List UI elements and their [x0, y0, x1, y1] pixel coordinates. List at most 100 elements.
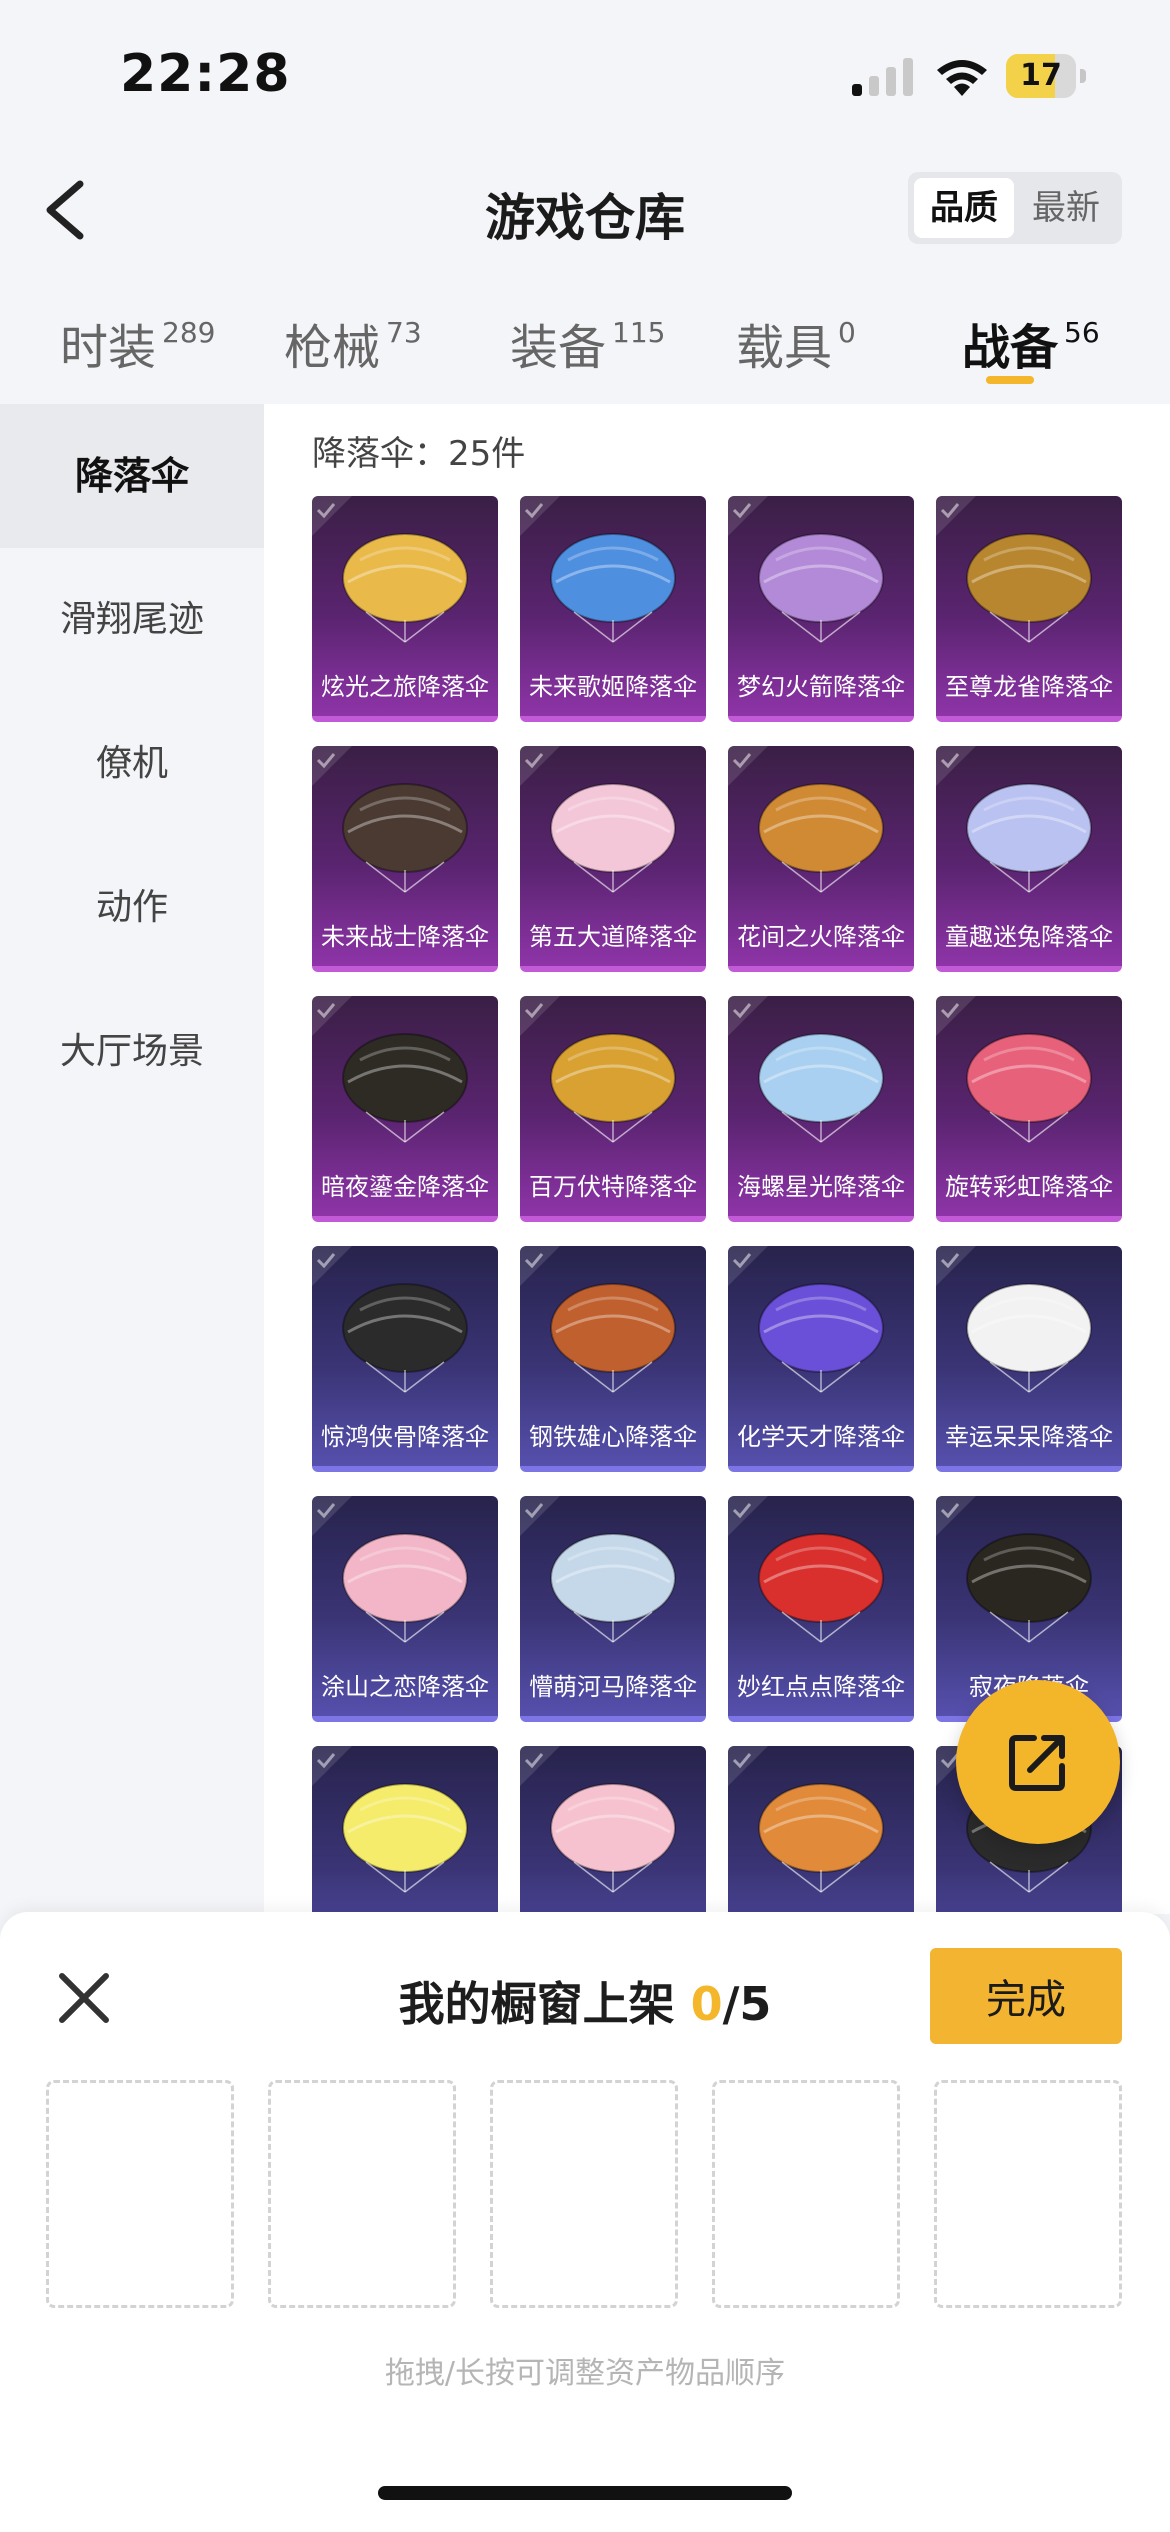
tab-vehicles[interactable]: 载具 0	[736, 308, 856, 378]
reorder-hint: 拖拽/长按可调整资产物品顺序	[384, 2356, 786, 2391]
showcase-slot[interactable]	[268, 2080, 456, 2308]
share-button[interactable]	[956, 1680, 1120, 1844]
tab-label: 战备	[962, 320, 1059, 376]
sidebar: 降落伞 滑翔尾迹 僚机 动作 大厅场景	[0, 404, 264, 1914]
done-button[interactable]: 完成	[930, 1948, 1122, 2044]
parachute-icon	[550, 1033, 676, 1143]
parachute-icon	[342, 783, 468, 893]
parachute-icon	[342, 1283, 468, 1393]
home-indicator	[378, 2486, 792, 2500]
tab-weapons[interactable]: 枪械 73	[284, 308, 422, 378]
battery-icon: 17	[1006, 54, 1088, 98]
item-name: 化学天才降落伞	[737, 1423, 905, 1451]
item-count: 降落伞：25件	[312, 434, 526, 474]
parachute-icon	[966, 1533, 1092, 1643]
item-name: 炫光之旅降落伞	[321, 673, 489, 701]
inventory-card[interactable]: 幸运呆呆降落伞	[936, 1246, 1122, 1472]
inventory-card[interactable]: 花间之火降落伞	[728, 746, 914, 972]
status-bar: 22:28 17	[0, 0, 1170, 140]
tab-count: 56	[1064, 316, 1100, 349]
tab-equipment[interactable]: 装备 115	[510, 308, 665, 378]
item-name: 未来战士降落伞	[321, 923, 489, 951]
parachute-icon	[550, 1283, 676, 1393]
parachute-icon	[342, 1533, 468, 1643]
parachute-icon	[342, 533, 468, 643]
inventory-card[interactable]: 惊鸿侠骨降落伞	[312, 1246, 498, 1472]
item-name: 梦幻火箭降落伞	[737, 673, 905, 701]
tab-fashion[interactable]: 时装 289	[60, 308, 215, 378]
parachute-icon	[342, 1783, 468, 1893]
inventory-card[interactable]: 第五大道降落伞	[520, 746, 706, 972]
inventory-card[interactable]	[312, 1746, 498, 1914]
inventory-card[interactable]: 懵萌河马降落伞	[520, 1496, 706, 1722]
inventory-card[interactable]: 涂山之恋降落伞	[312, 1496, 498, 1722]
status-time: 22:28	[120, 44, 291, 104]
item-name: 妙红点点降落伞	[737, 1673, 905, 1701]
showcase-slot[interactable]	[934, 2080, 1122, 2308]
showcase-current-count: 0	[690, 1977, 723, 2031]
inventory-card[interactable]: 旋转彩虹降落伞	[936, 996, 1122, 1222]
item-name: 钢铁雄心降落伞	[529, 1423, 697, 1451]
parachute-icon	[966, 783, 1092, 893]
sidebar-item-emote[interactable]: 动作	[0, 836, 264, 980]
inventory-card[interactable]: 妙红点点降落伞	[728, 1496, 914, 1722]
item-name: 童趣迷兔降落伞	[945, 923, 1113, 951]
inventory-card[interactable]: 梦幻火箭降落伞	[728, 496, 914, 722]
inventory-card[interactable]: 暗夜鎏金降落伞	[312, 996, 498, 1222]
item-name: 第五大道降落伞	[529, 923, 697, 951]
sort-option-quality[interactable]: 品质	[914, 178, 1014, 238]
parachute-icon	[550, 1533, 676, 1643]
parachute-icon	[550, 783, 676, 893]
inventory-card[interactable]: 未来战士降落伞	[312, 746, 498, 972]
share-out-icon	[1009, 1735, 1065, 1791]
showcase-slot[interactable]	[46, 2080, 234, 2308]
parachute-icon	[966, 1033, 1092, 1143]
inventory-card[interactable]	[728, 1746, 914, 1914]
item-name: 未来歌姬降落伞	[529, 673, 697, 701]
inventory-card[interactable]: 童趣迷兔降落伞	[936, 746, 1122, 972]
item-name: 至尊龙雀降落伞	[945, 673, 1113, 701]
sidebar-item-lobby-scene[interactable]: 大厅场景	[0, 980, 264, 1124]
parachute-icon	[966, 1283, 1092, 1393]
sidebar-item-glide-trail[interactable]: 滑翔尾迹	[0, 548, 264, 692]
parachute-icon	[758, 1533, 884, 1643]
parachute-icon	[758, 1783, 884, 1893]
tab-label: 时装	[60, 320, 157, 376]
inventory-card[interactable]: 化学天才降落伞	[728, 1246, 914, 1472]
tab-label: 载具	[736, 320, 833, 376]
item-name: 花间之火降落伞	[737, 923, 905, 951]
inventory-card[interactable]: 海螺星光降落伞	[728, 996, 914, 1222]
parachute-icon	[758, 533, 884, 643]
item-name: 百万伏特降落伞	[529, 1173, 697, 1201]
sort-option-latest[interactable]: 最新	[1016, 178, 1116, 238]
item-name: 旋转彩虹降落伞	[945, 1173, 1113, 1201]
tab-label: 枪械	[284, 320, 381, 376]
cellular-signal-icon	[852, 58, 913, 96]
inventory-card[interactable]: 钢铁雄心降落伞	[520, 1246, 706, 1472]
showcase-slot[interactable]	[490, 2080, 678, 2308]
showcase-slot[interactable]	[712, 2080, 900, 2308]
tab-count: 73	[386, 316, 422, 349]
item-name: 幸运呆呆降落伞	[945, 1423, 1113, 1451]
item-name: 暗夜鎏金降落伞	[321, 1173, 489, 1201]
tab-count: 115	[612, 316, 666, 349]
inventory-card[interactable]: 百万伏特降落伞	[520, 996, 706, 1222]
inventory-card[interactable]	[520, 1746, 706, 1914]
inventory-card[interactable]: 至尊龙雀降落伞	[936, 496, 1122, 722]
showcase-max-count: /5	[722, 1977, 772, 2031]
tab-label: 装备	[510, 320, 607, 376]
tab-count: 0	[838, 316, 856, 349]
tab-battle-gear[interactable]: 战备 56	[962, 308, 1100, 378]
inventory-card[interactable]: 未来歌姬降落伞	[520, 496, 706, 722]
parachute-icon	[966, 533, 1092, 643]
sort-toggle: 品质 最新	[908, 172, 1122, 244]
item-name: 涂山之恋降落伞	[321, 1673, 489, 1701]
item-name: 惊鸿侠骨降落伞	[321, 1423, 489, 1451]
parachute-icon	[550, 533, 676, 643]
inventory-card[interactable]: 炫光之旅降落伞	[312, 496, 498, 722]
item-name: 懵萌河马降落伞	[529, 1673, 697, 1701]
sidebar-item-wingman[interactable]: 僚机	[0, 692, 264, 836]
sidebar-item-parachute[interactable]: 降落伞	[0, 404, 264, 548]
parachute-icon	[550, 1783, 676, 1893]
active-tab-indicator	[986, 376, 1034, 384]
